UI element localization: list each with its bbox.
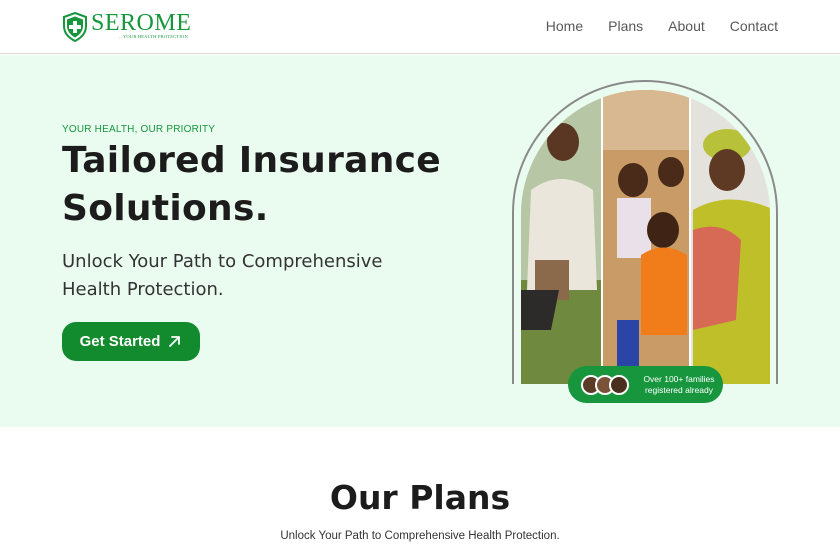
plans-title: Our Plans [329,478,511,517]
shield-cross-icon [63,12,87,42]
badge-text: Over 100+ families registered already [643,373,715,395]
hero-title: Tailored Insurance Solutions. [62,140,442,229]
hero-family-photo [521,90,770,384]
get-started-label: Get Started [79,333,161,350]
families-badge: Over 100+ families registered already [568,366,723,403]
avatar-stack [581,374,629,395]
hero-section: YOUR HEALTH, OUR PRIORITY Tailored Insur… [0,55,840,427]
nav-home[interactable]: Home [546,18,583,34]
nav-plans[interactable]: Plans [608,18,643,34]
nav-about[interactable]: About [668,18,705,34]
hero-eyebrow: YOUR HEALTH, OUR PRIORITY [62,124,216,135]
hero-photo-illustration [521,90,770,384]
brand-tagline: ...YOUR HEALTH PROTECTION [119,34,188,39]
get-started-button[interactable]: Get Started [62,322,200,361]
brand-name: SEROME [91,10,192,36]
brand-logo[interactable]: SEROME ...YOUR HEALTH PROTECTION [62,10,191,44]
site-header: SEROME ...YOUR HEALTH PROTECTION Home Pl… [0,0,840,54]
arrow-up-right-icon [169,336,181,347]
plans-subtitle: Unlock Your Path to Comprehensive Health… [280,530,560,542]
avatar [609,374,629,395]
nav-contact[interactable]: Contact [730,18,778,34]
main-nav: Home Plans About Contact [546,18,778,34]
hero-subtitle: Unlock Your Path to Comprehensive Health… [62,251,383,300]
